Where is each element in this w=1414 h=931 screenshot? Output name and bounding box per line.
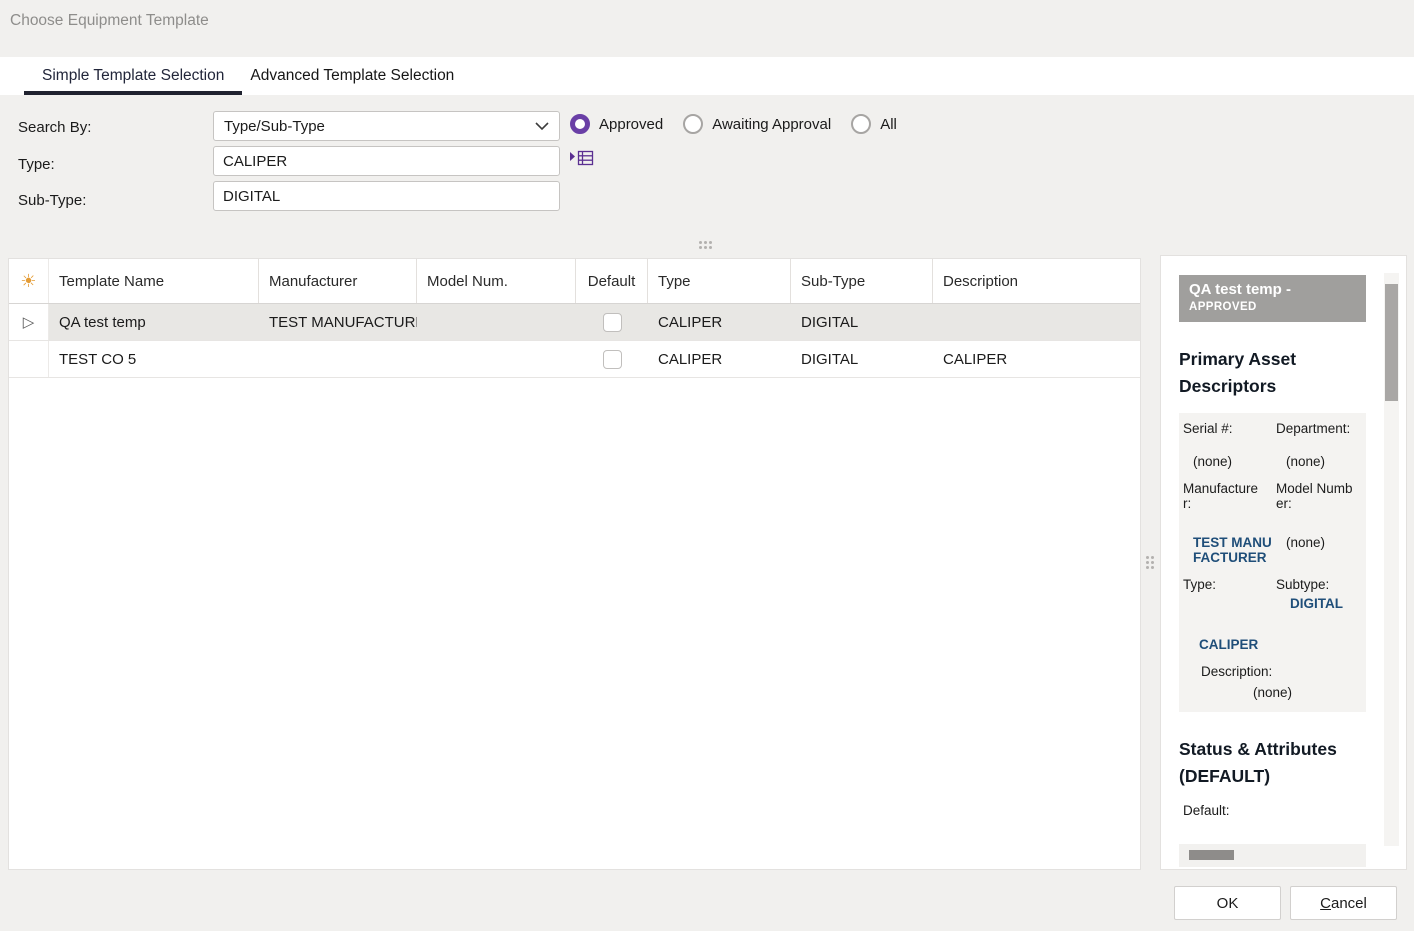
sub-type-input[interactable]: [213, 181, 560, 211]
default-checkbox[interactable]: [603, 313, 622, 332]
grid-customize-button[interactable]: ☀: [9, 259, 49, 303]
serial-value: (none): [1179, 454, 1272, 469]
detail-type-value: CALIPER: [1199, 637, 1366, 652]
cancel-accel: C: [1320, 895, 1331, 912]
table-row[interactable]: TEST CO 5 CALIPER DIGITAL CALIPER: [9, 341, 1140, 378]
radio-awaiting-approval[interactable]: Awaiting Approval: [683, 114, 831, 134]
radio-approved[interactable]: Approved: [570, 114, 663, 134]
template-grid: ☀ Template Name Manufacturer Model Num. …: [8, 258, 1141, 870]
cancel-rest: ancel: [1331, 895, 1367, 912]
row-arrow-icon: ▷: [23, 313, 35, 331]
cell-model-num[interactable]: [417, 304, 576, 340]
column-header-default[interactable]: Default: [576, 259, 648, 303]
manufacturer-label: Manufacturer:: [1183, 481, 1261, 511]
cell-sub-type[interactable]: DIGITAL: [791, 341, 933, 377]
description-label: Description:: [1201, 664, 1366, 679]
ok-button[interactable]: OK: [1174, 886, 1281, 920]
column-header-template-name[interactable]: Template Name: [49, 259, 259, 303]
radio-awaiting-approval-label: Awaiting Approval: [712, 116, 831, 133]
details-header-status: APPROVED: [1189, 301, 1356, 313]
chevron-down-icon[interactable]: [535, 118, 549, 135]
model-number-value: (none): [1272, 535, 1366, 565]
serial-label: Serial #:: [1179, 421, 1272, 436]
type-label: Type:: [18, 156, 55, 173]
tab-simple-template-selection[interactable]: Simple Template Selection: [24, 57, 242, 95]
cell-default[interactable]: [576, 341, 648, 377]
sun-icon[interactable]: ☀: [20, 272, 36, 290]
approval-radio-group: Approved Awaiting Approval All: [570, 114, 897, 134]
model-number-label: Model Number:: [1276, 481, 1354, 511]
details-horizontal-scrollbar[interactable]: [1179, 844, 1366, 867]
cell-model-num[interactable]: [417, 341, 576, 377]
radio-all[interactable]: All: [851, 114, 897, 134]
tab-advanced-label: Advanced Template Selection: [250, 67, 454, 85]
default-checkbox[interactable]: [603, 350, 622, 369]
details-header-badge: QA test temp - APPROVED: [1179, 275, 1366, 322]
table-row[interactable]: ▷ QA test temp TEST MANUFACTURER CALIPER…: [9, 304, 1140, 341]
cell-manufacturer[interactable]: [259, 341, 417, 377]
column-header-description[interactable]: Description: [933, 259, 1140, 303]
details-vertical-scrollbar-thumb[interactable]: [1385, 284, 1398, 401]
cell-type[interactable]: CALIPER: [648, 341, 791, 377]
search-by-label: Search By:: [18, 119, 91, 136]
hierarchy-icon[interactable]: [569, 147, 595, 169]
grid-header: ☀ Template Name Manufacturer Model Num. …: [9, 259, 1140, 304]
splitter-handle-vertical[interactable]: [1146, 556, 1156, 571]
default-label: Default:: [1183, 803, 1406, 818]
column-header-manufacturer[interactable]: Manufacturer: [259, 259, 417, 303]
details-header-title: QA test temp -: [1189, 281, 1356, 298]
type-input[interactable]: [213, 146, 560, 176]
radio-approved-label: Approved: [599, 116, 663, 133]
column-header-sub-type[interactable]: Sub-Type: [791, 259, 933, 303]
radio-all-icon[interactable]: [851, 114, 871, 134]
tab-simple-label: Simple Template Selection: [42, 67, 224, 85]
details-vertical-scrollbar[interactable]: [1384, 273, 1399, 846]
current-row-indicator: ▷: [9, 304, 49, 340]
search-by-dropdown[interactable]: Type/Sub-Type: [213, 111, 560, 141]
radio-all-label: All: [880, 116, 897, 133]
row-indicator: [9, 341, 49, 377]
cell-type[interactable]: CALIPER: [648, 304, 791, 340]
radio-awaiting-approval-icon[interactable]: [683, 114, 703, 134]
search-by-value: Type/Sub-Type: [224, 118, 325, 135]
subtype-label: Subtype:: [1276, 577, 1366, 592]
cell-template-name[interactable]: QA test temp: [49, 304, 259, 340]
cell-description[interactable]: CALIPER: [933, 341, 1140, 377]
cell-sub-type[interactable]: DIGITAL: [791, 304, 933, 340]
primary-asset-fields: Serial #: Department: (none) (none) Manu…: [1179, 413, 1366, 712]
splitter-handle-horizontal[interactable]: [699, 241, 714, 251]
department-label: Department:: [1272, 421, 1366, 436]
subtype-value: DIGITAL: [1276, 596, 1366, 611]
cell-manufacturer[interactable]: TEST MANUFACTURER: [259, 304, 417, 340]
cell-default[interactable]: [576, 304, 648, 340]
template-details-panel: QA test temp - APPROVED Primary Asset De…: [1160, 255, 1407, 870]
cell-template-name[interactable]: TEST CO 5: [49, 341, 259, 377]
department-value: (none): [1272, 454, 1366, 469]
cancel-button[interactable]: Cancel: [1290, 886, 1397, 920]
column-header-model-num[interactable]: Model Num.: [417, 259, 576, 303]
column-header-type[interactable]: Type: [648, 259, 791, 303]
status-attributes-heading: Status & Attributes (DEFAULT): [1179, 736, 1369, 790]
tab-advanced-template-selection[interactable]: Advanced Template Selection: [242, 57, 472, 95]
detail-type-label: Type:: [1179, 577, 1272, 611]
radio-approved-icon[interactable]: [570, 114, 590, 134]
cell-description[interactable]: [933, 304, 1140, 340]
details-horizontal-scrollbar-thumb[interactable]: [1189, 850, 1234, 860]
tab-strip: Simple Template Selection Advanced Templ…: [0, 57, 1414, 95]
description-value: (none): [1179, 685, 1366, 700]
manufacturer-value: TEST MANUFACTURER: [1179, 535, 1272, 565]
sub-type-label: Sub-Type:: [18, 192, 86, 209]
window-title: Choose Equipment Template: [10, 12, 209, 30]
primary-asset-descriptors-heading: Primary Asset Descriptors: [1179, 346, 1369, 400]
